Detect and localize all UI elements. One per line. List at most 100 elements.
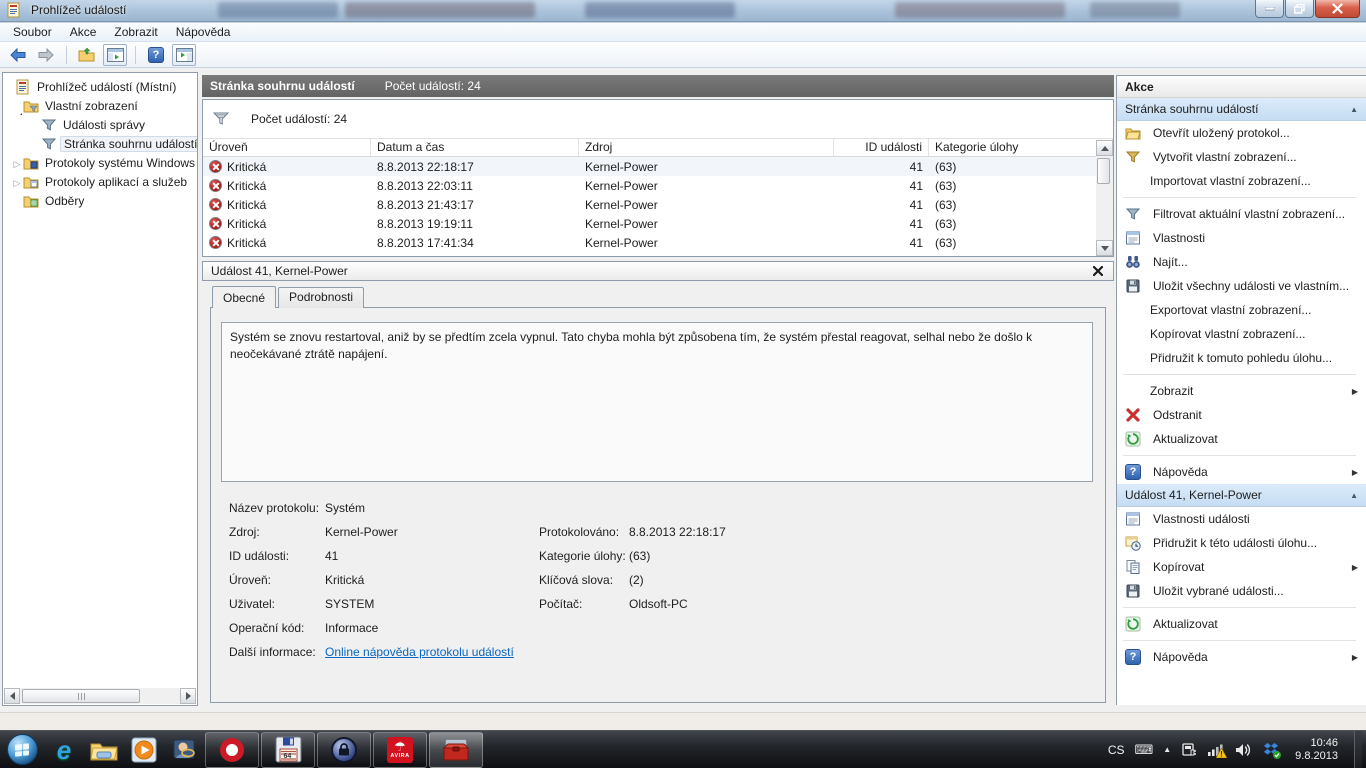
taskbar-explorer[interactable] xyxy=(84,731,124,768)
menu-view[interactable]: Zobrazit xyxy=(105,23,166,42)
critical-icon xyxy=(209,236,222,249)
tray-expand-icon[interactable]: ▲ xyxy=(1163,745,1171,754)
properties-icon xyxy=(1125,511,1141,527)
collapsed-arrow-icon[interactable]: ▷ xyxy=(14,159,21,169)
action-view-submenu[interactable]: Zobrazit ▶ xyxy=(1117,379,1366,403)
forward-button[interactable] xyxy=(34,44,58,66)
dropbox-icon[interactable] xyxy=(1263,742,1282,759)
action-import-custom-view[interactable]: Importovat vlastní zobrazení... xyxy=(1117,169,1366,193)
online-help-link[interactable]: Online nápověda protokolu událostí xyxy=(325,642,539,666)
column-datetime[interactable]: Datum a čas xyxy=(371,139,579,156)
tree-item-windows-logs[interactable]: ▷ Protokoly systému Windows xyxy=(3,153,197,172)
safely-remove-hardware-icon[interactable] xyxy=(1181,742,1197,758)
tree-horizontal-scrollbar[interactable] xyxy=(4,688,196,704)
language-indicator[interactable]: CS xyxy=(1108,743,1125,757)
close-preview-icon[interactable] xyxy=(1091,264,1105,278)
volume-icon[interactable] xyxy=(1235,743,1253,757)
background-window-blur xyxy=(345,2,535,18)
event-list-scrollbar[interactable] xyxy=(1096,140,1113,256)
field-value: (2) xyxy=(629,573,644,587)
network-icon[interactable] xyxy=(1207,743,1228,758)
tree-item-custom-views[interactable]: Vlastní zobrazení xyxy=(3,96,197,115)
submenu-arrow-icon: ▶ xyxy=(1351,562,1358,572)
action-attach-task-to-event[interactable]: Přidružit k této události úlohu... xyxy=(1117,531,1366,555)
action-refresh[interactable]: Aktualizovat xyxy=(1117,427,1366,451)
tree-item-root[interactable]: Prohlížeč událostí (Místní) xyxy=(3,77,197,96)
keepass-lock-icon xyxy=(331,736,357,763)
scrollbar-thumb[interactable] xyxy=(1097,158,1110,184)
open-saved-log-button[interactable] xyxy=(75,44,99,66)
table-row[interactable]: Kritická 8.8.2013 19:19:11 Kernel-Power … xyxy=(203,214,1113,233)
scroll-up-button[interactable] xyxy=(1096,140,1113,156)
scroll-left-button[interactable] xyxy=(4,688,20,704)
tree-item-app-logs[interactable]: ▷ Protokoly aplikací a služeb xyxy=(3,172,197,191)
start-button[interactable] xyxy=(0,731,44,768)
help-button[interactable]: ? xyxy=(144,44,168,66)
back-button[interactable] xyxy=(6,44,30,66)
taskbar-user-tool[interactable] xyxy=(164,731,204,768)
collapse-icon[interactable]: ▲ xyxy=(1350,105,1358,114)
action-create-custom-view[interactable]: Vytvořit vlastní zobrazení... xyxy=(1117,145,1366,169)
table-row[interactable]: Kritická 8.8.2013 17:41:34 Kernel-Power … xyxy=(203,233,1113,252)
keyboard-icon[interactable]: ⌨ xyxy=(1134,742,1153,758)
taskbar-admin-tools-active[interactable] xyxy=(429,731,483,768)
column-level[interactable]: Úroveň xyxy=(203,139,371,156)
action-event-help-submenu[interactable]: ? Nápověda ▶ xyxy=(1117,645,1366,669)
table-row[interactable]: Kritická 8.8.2013 22:18:17 Kernel-Power … xyxy=(203,157,1113,176)
taskbar-internet-explorer[interactable]: e xyxy=(44,731,84,768)
tab-general[interactable]: Obecné xyxy=(212,286,277,308)
console-tree-toggle-button[interactable] xyxy=(103,43,127,66)
action-help-submenu[interactable]: ? Nápověda ▶ xyxy=(1117,460,1366,484)
action-delete[interactable]: Odstranit xyxy=(1117,403,1366,427)
action-find[interactable]: Najít... xyxy=(1117,250,1366,274)
taskbar-opera[interactable] xyxy=(205,731,259,768)
scroll-right-button[interactable] xyxy=(180,688,196,704)
taskbar-avira[interactable]: ☂ AVIRA xyxy=(373,731,427,768)
taskbar-media-player[interactable] xyxy=(124,731,164,768)
scrollbar-thumb[interactable] xyxy=(22,689,140,703)
actions-section-event[interactable]: Událost 41, Kernel-Power ▲ xyxy=(1117,484,1366,507)
menu-file[interactable]: Soubor xyxy=(4,23,61,42)
taskbar-backup-tool[interactable]: 64 xyxy=(261,731,315,768)
results-count: Počet událostí: 24 xyxy=(384,79,481,93)
expanded-arrow-icon[interactable] xyxy=(15,98,22,115)
table-row[interactable]: Kritická 8.8.2013 22:03:11 Kernel-Power … xyxy=(203,176,1113,195)
filter-summary-row: Počet událostí: 24 xyxy=(203,100,1113,139)
column-source[interactable]: Zdroj xyxy=(579,139,834,156)
field-value: (63) xyxy=(629,549,651,563)
scroll-down-button[interactable] xyxy=(1096,240,1113,256)
tree-item-subscriptions[interactable]: Odběry xyxy=(3,191,197,210)
action-event-properties[interactable]: Vlastnosti události xyxy=(1117,507,1366,531)
action-export-custom-view[interactable]: Exportovat vlastní zobrazení... xyxy=(1117,298,1366,322)
tree-item-label: Protokoly systému Windows xyxy=(45,155,196,170)
tray-clock[interactable]: 10:46 9.8.2013 xyxy=(1289,737,1344,763)
close-button[interactable] xyxy=(1315,0,1360,18)
show-desktop-button[interactable] xyxy=(1354,730,1362,768)
action-save-selected-events[interactable]: Uložit vybrané události... xyxy=(1117,579,1366,603)
menu-help[interactable]: Nápověda xyxy=(167,23,240,42)
tab-details[interactable]: Podrobnosti xyxy=(278,287,365,308)
actions-section-summary-page[interactable]: Stránka souhrnu událostí ▲ xyxy=(1117,98,1366,121)
minimize-button[interactable] xyxy=(1255,0,1284,18)
tree-item-admin-events[interactable]: Události správy xyxy=(3,115,197,134)
collapse-icon[interactable]: ▲ xyxy=(1350,491,1358,500)
action-copy-submenu[interactable]: Kopírovat ▶ xyxy=(1117,555,1366,579)
action-attach-task-to-view[interactable]: Přidružit k tomuto pohledu úlohu... xyxy=(1117,346,1366,370)
action-event-refresh[interactable]: Aktualizovat xyxy=(1117,612,1366,636)
restore-button[interactable] xyxy=(1285,0,1314,18)
action-filter-current-view[interactable]: Filtrovat aktuální vlastní zobrazení... xyxy=(1117,202,1366,226)
taskbar-keepass[interactable] xyxy=(317,731,371,768)
column-event-id[interactable]: ID události xyxy=(834,139,929,156)
tree-item-summary-page[interactable]: Stránka souhrnu událostí xyxy=(3,134,197,153)
menu-action[interactable]: Akce xyxy=(61,23,106,42)
actions-pane-title: Akce xyxy=(1117,76,1366,98)
action-save-all-events[interactable]: Uložit všechny události ve vlastním... xyxy=(1117,274,1366,298)
collapsed-arrow-icon[interactable]: ▷ xyxy=(14,178,21,188)
action-open-saved-log[interactable]: Otevřít uložený protokol... xyxy=(1117,121,1366,145)
action-pane-toggle-button[interactable] xyxy=(172,43,196,66)
filter-icon xyxy=(213,112,229,126)
table-row[interactable]: Kritická 8.8.2013 21:43:17 Kernel-Power … xyxy=(203,195,1113,214)
action-copy-custom-view[interactable]: Kopírovat vlastní zobrazení... xyxy=(1117,322,1366,346)
column-task-category[interactable]: Kategorie úlohy xyxy=(929,139,1113,156)
action-properties[interactable]: Vlastnosti xyxy=(1117,226,1366,250)
